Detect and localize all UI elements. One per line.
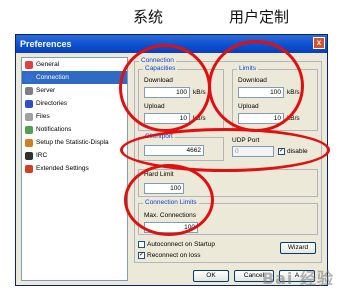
title-bar: Preferences x	[16, 35, 327, 53]
capacities-download-input[interactable]: 100	[144, 87, 190, 98]
folder-icon	[25, 99, 33, 108]
sidebar: General Connection Server Directories Files N…	[21, 57, 128, 281]
capacities-upload-input[interactable]: 10	[144, 113, 190, 124]
udp-port-input[interactable]: 0	[232, 146, 274, 157]
limits-download-unit: kB/s	[287, 89, 300, 96]
sidebar-item-label: Notifications	[36, 126, 72, 133]
files-icon	[25, 112, 33, 121]
capacities-download-unit: kB/s	[193, 89, 206, 96]
hard-limit-label: Hard Limit	[144, 171, 174, 178]
annotation-system: 系统	[133, 8, 164, 26]
limits-download-label: Download	[238, 77, 267, 84]
reconnect-checkbox[interactable]: ✓	[138, 252, 145, 259]
sidebar-item-label: Setup the Statistic-Displa	[36, 139, 109, 146]
max-connections-input[interactable]: 100	[144, 222, 198, 233]
hard-limit-input[interactable]: 100	[144, 183, 184, 194]
ok-button[interactable]: OK	[193, 270, 229, 282]
connection-panel: Connection Capacities Download 100 kB/s …	[132, 57, 324, 281]
wizard-button[interactable]: Wizard	[280, 242, 316, 254]
capacities-upload-unit: kB/s	[193, 115, 206, 122]
udp-disable-label: disable	[287, 148, 308, 155]
sidebar-item-setup-the-statistic-displa[interactable]: Setup the Statistic-Displa	[22, 136, 127, 149]
sidebar-item-label: Extended Settings	[36, 165, 89, 172]
udp-port-label: UDP Port	[232, 137, 260, 144]
sidebar-item-label: Connection	[36, 74, 69, 81]
window-title: Preferences	[20, 39, 72, 49]
limits-upload-input[interactable]: 10	[238, 113, 284, 124]
capacities-download-label: Download	[144, 77, 173, 84]
limits-title: Limits	[237, 65, 258, 72]
close-icon: x	[316, 38, 322, 47]
autoconnect-label: Autoconnect on Startup	[147, 241, 215, 248]
extended-icon	[25, 164, 33, 173]
sidebar-item-general[interactable]: General	[22, 58, 127, 71]
general-icon	[25, 60, 33, 69]
sidebar-item-label: Files	[36, 113, 50, 120]
connection-icon	[25, 73, 33, 82]
capacities-upload-label: Upload	[144, 103, 165, 110]
sidebar-item-label: Server	[36, 87, 56, 94]
capacities-title: Capacities	[143, 65, 178, 72]
preferences-window: Preferences x General Connection Server Dir…	[15, 34, 328, 286]
sidebar-item-label: General	[36, 61, 60, 68]
clientport-title: Clientport	[143, 133, 175, 140]
limits-upload-unit: kB/s	[287, 115, 300, 122]
irc-icon	[25, 151, 33, 160]
limits-download-input[interactable]: 100	[238, 87, 284, 98]
notifications-icon	[25, 125, 33, 134]
udp-disable-checkbox[interactable]: ✓	[278, 148, 285, 155]
server-icon	[25, 86, 33, 95]
statistics-icon	[25, 138, 33, 147]
connection-group-title: Connection	[139, 57, 176, 64]
clientport-input[interactable]: 4662	[144, 145, 204, 156]
max-connections-label: Max. Connections	[144, 212, 197, 219]
sidebar-item-directories[interactable]: Directories	[22, 97, 127, 110]
autoconnect-checkbox[interactable]	[138, 241, 145, 248]
close-button[interactable]: x	[313, 37, 325, 49]
connection-limits-title: Connection Limits	[143, 199, 199, 206]
sidebar-item-files[interactable]: Files	[22, 110, 127, 123]
sidebar-item-extended-settings[interactable]: Extended Settings	[22, 162, 127, 175]
watermark: Bai 经验	[261, 269, 334, 288]
sidebar-item-server[interactable]: Server	[22, 84, 127, 97]
annotation-user-custom: 用户定制	[229, 8, 290, 26]
sidebar-item-connection[interactable]: Connection	[22, 71, 127, 84]
sidebar-item-label: Directories	[36, 100, 68, 107]
sidebar-item-irc[interactable]: IRC	[22, 149, 127, 162]
reconnect-label: Reconnect on loss	[147, 252, 201, 259]
sidebar-item-label: IRC	[36, 152, 48, 159]
sidebar-item-notifications[interactable]: Notifications	[22, 123, 127, 136]
limits-upload-label: Upload	[238, 103, 259, 110]
